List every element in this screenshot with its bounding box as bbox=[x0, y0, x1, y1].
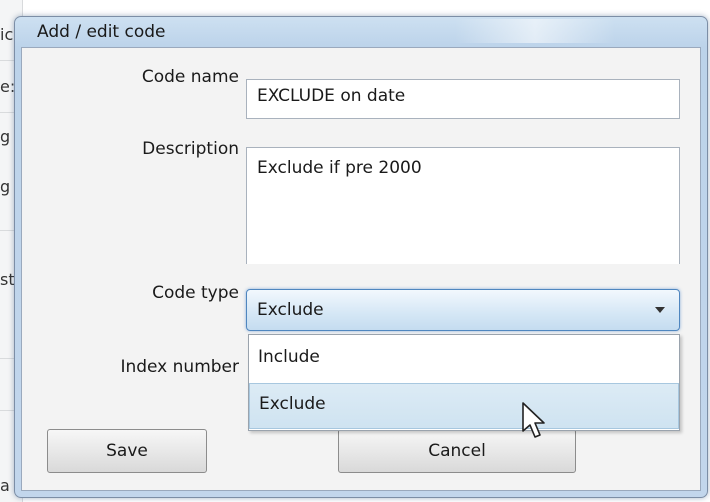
code-name-label: Code name bbox=[141, 67, 239, 87]
background-text: ic bbox=[0, 25, 14, 44]
background-text: e: bbox=[0, 77, 16, 96]
description-textarea[interactable]: Exclude if pre 2000 bbox=[246, 147, 680, 264]
dropdown-arrow-icon[interactable] bbox=[655, 307, 665, 313]
index-number-label: Index number bbox=[120, 357, 239, 377]
save-button[interactable]: Save bbox=[47, 429, 207, 473]
background-text: g bbox=[0, 127, 11, 146]
title-bar-shine bbox=[455, 19, 615, 43]
code-type-selected-value: Exclude bbox=[257, 300, 324, 320]
background-text: st bbox=[0, 270, 15, 289]
mouse-pointer-icon bbox=[522, 402, 545, 438]
dialog-title-bar[interactable]: Add / edit code bbox=[15, 17, 707, 47]
dialog-title: Add / edit code bbox=[37, 22, 166, 42]
option-exclude[interactable]: Exclude bbox=[249, 383, 679, 429]
code-type-select[interactable]: Exclude bbox=[246, 289, 680, 331]
add-edit-code-dialog: Add / edit code Code name EXCLUDE on dat… bbox=[14, 16, 708, 498]
background-text: a bbox=[0, 476, 10, 495]
code-name-input[interactable]: EXCLUDE on date bbox=[246, 79, 680, 119]
code-type-dropdown-list: Include Exclude bbox=[248, 334, 680, 431]
background-text: g bbox=[0, 177, 11, 196]
description-label: Description bbox=[142, 139, 239, 159]
code-type-label: Code type bbox=[152, 283, 239, 303]
option-include[interactable]: Include bbox=[249, 337, 679, 383]
